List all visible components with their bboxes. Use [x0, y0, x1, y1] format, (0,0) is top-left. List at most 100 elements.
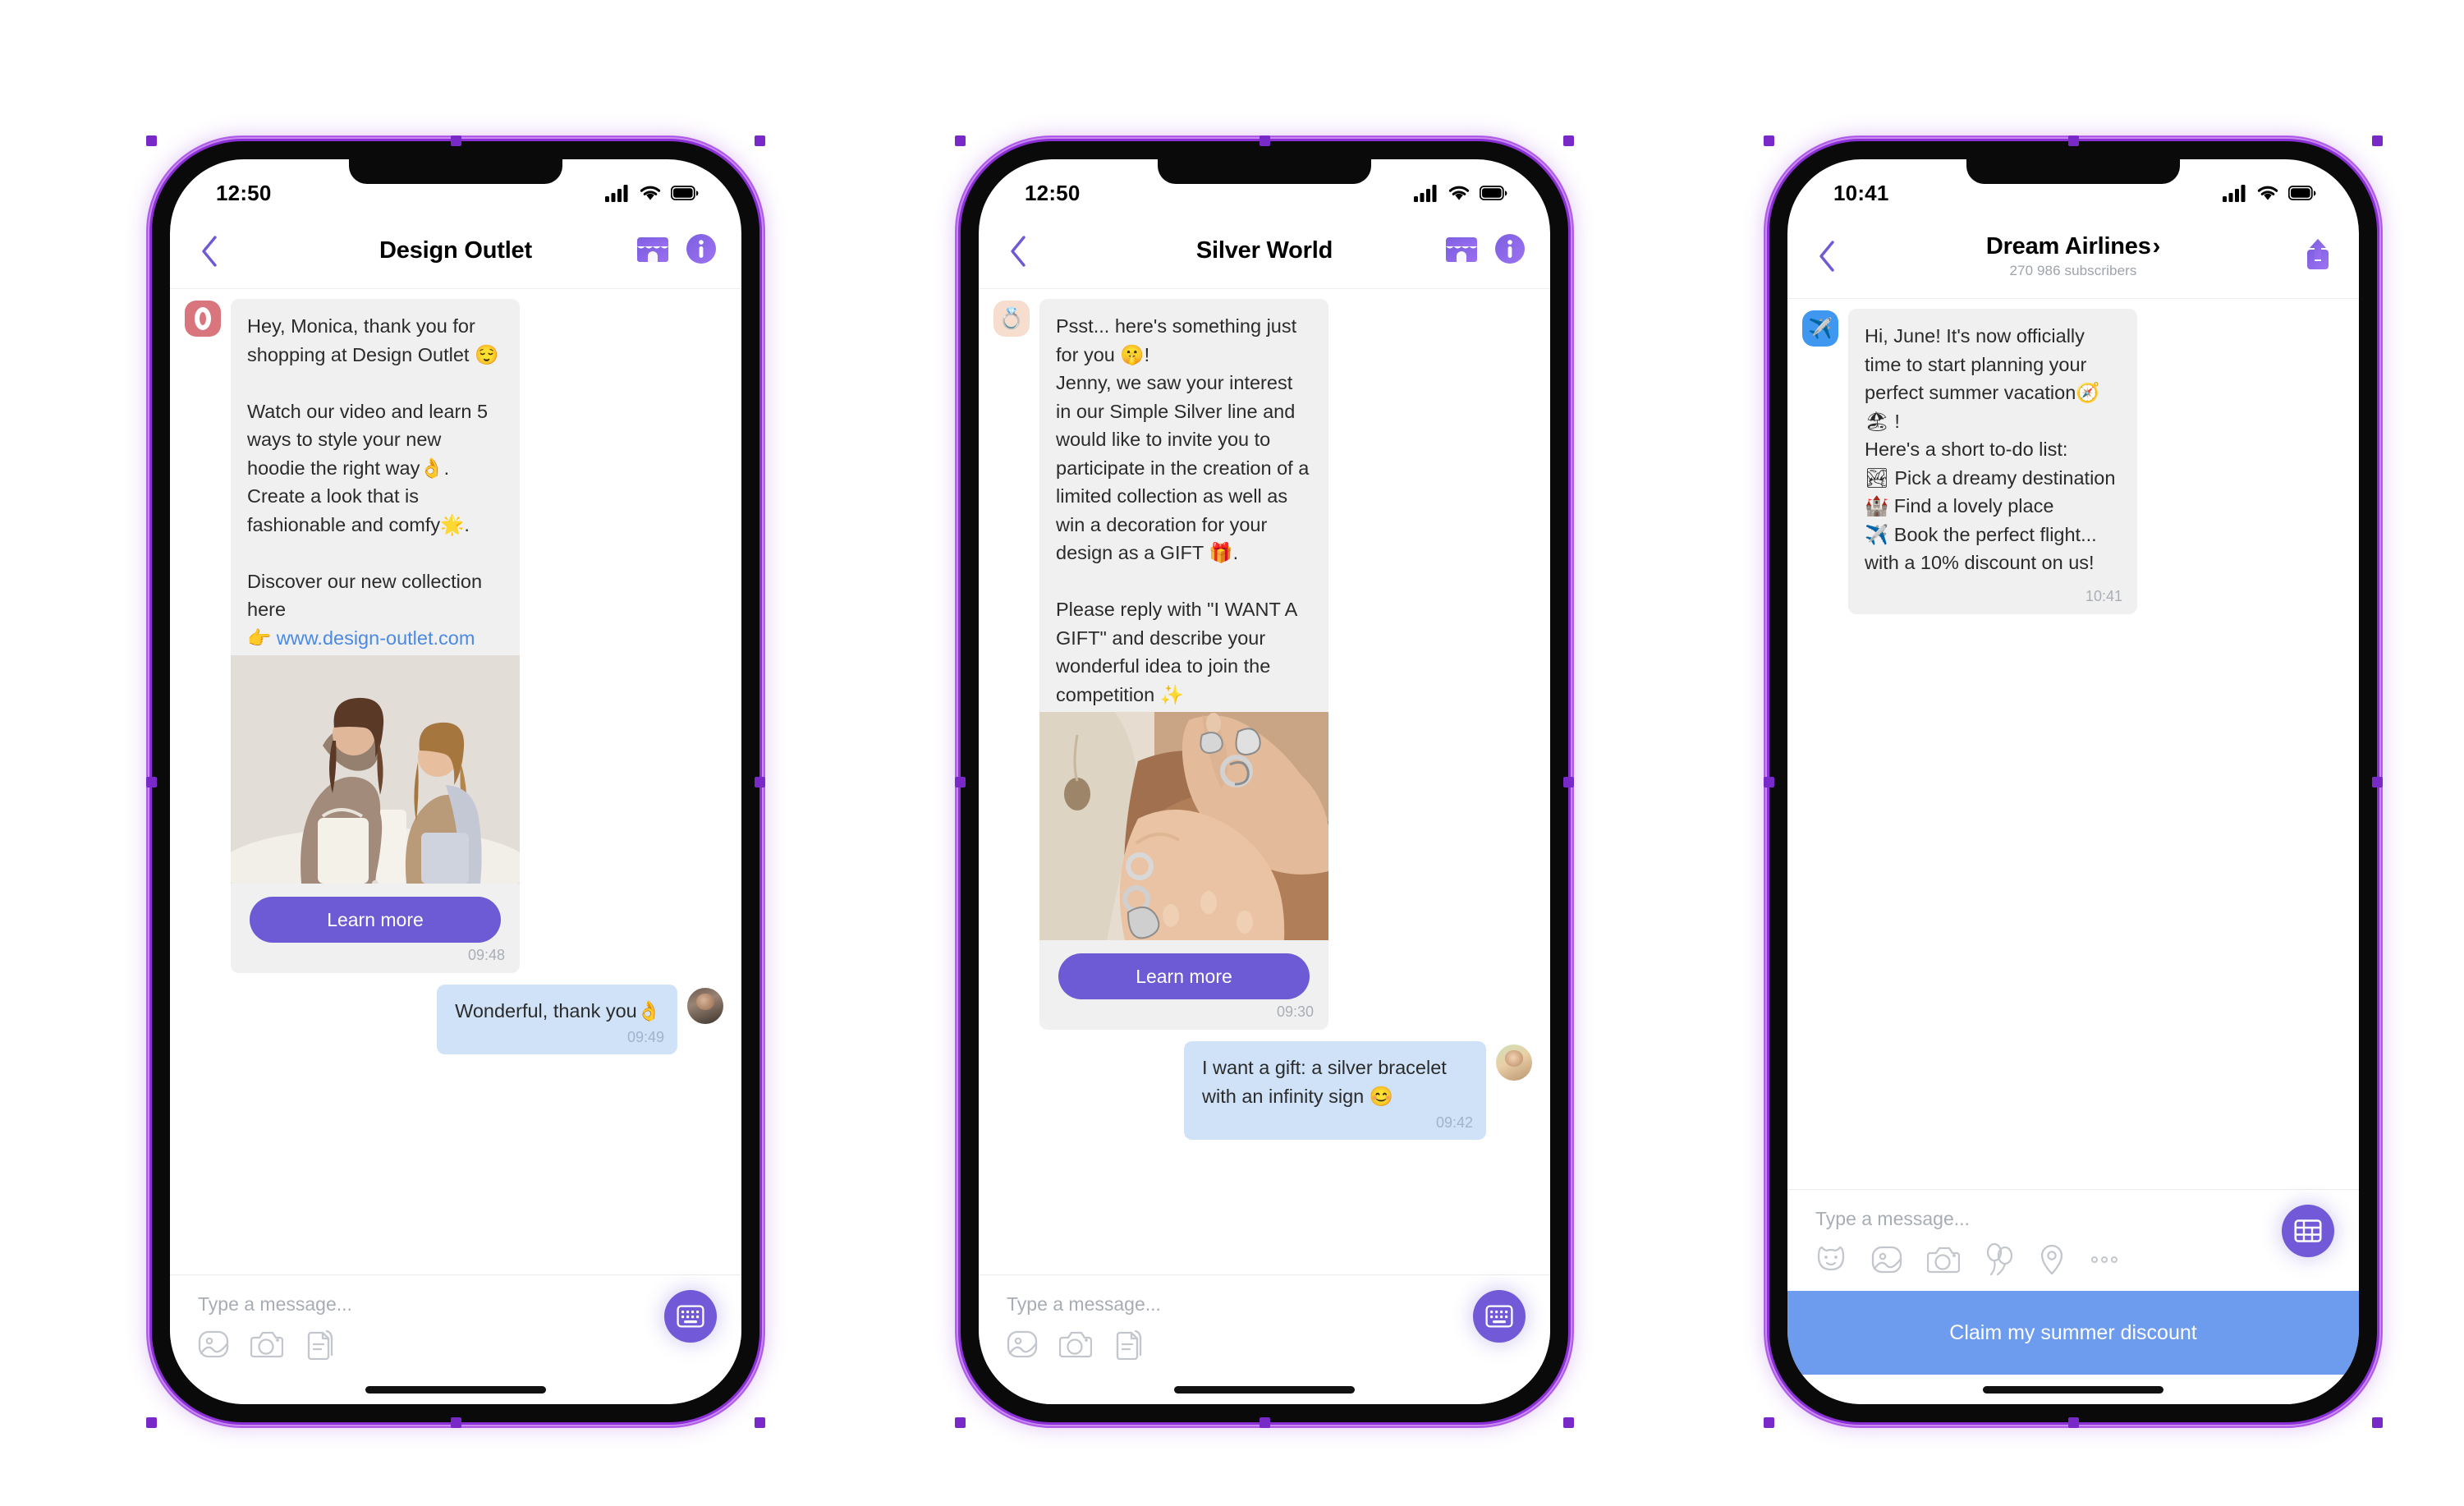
page-title: Silver World	[1195, 237, 1333, 264]
message-bubble: Hey, Monica, thank you for shopping at D…	[231, 299, 520, 974]
message-input[interactable]: Type a message...	[1815, 1208, 2333, 1230]
phone-screen: 10:41 Dream Airlines › 270 986 subscribe…	[1787, 159, 2359, 1404]
back-button[interactable]	[1809, 238, 1845, 274]
message-row-incoming: 💍 Psst... here's something just for you …	[979, 299, 1550, 1031]
claim-discount-button[interactable]: Claim my summer discount	[1787, 1291, 2359, 1375]
chat-messages: ✈️ Hi, June! It's now officially time to…	[1787, 299, 2359, 1189]
message-bubble: Psst... here's something just for you 🤫!…	[1039, 299, 1328, 1031]
gallery-icon[interactable]	[1871, 1244, 1902, 1275]
message-timestamp-outgoing: 09:42	[1435, 1113, 1473, 1131]
selection-handle-bottom-right[interactable]	[1563, 1417, 1574, 1428]
phone-notch	[1158, 159, 1371, 184]
phone-notch	[349, 159, 562, 184]
message-image-rings[interactable]	[1039, 712, 1328, 941]
selection-handle-bottom-left[interactable]	[955, 1417, 966, 1428]
phone-mockup-design-outlet: 12:50 Design Outlet Hey, Monica, thank y…	[146, 135, 765, 1428]
nav-title-block[interactable]: Dream Airlines › 270 986 subscribers	[1787, 233, 2359, 279]
selection-handle-middle-left[interactable]	[1764, 777, 1774, 787]
channel-name: Dream Airlines	[1985, 232, 2151, 259]
selection-handle-top-left[interactable]	[955, 135, 966, 146]
gallery-icon[interactable]	[1007, 1329, 1038, 1360]
message-bubble: Hi, June! It's now officially time to st…	[1848, 309, 2137, 614]
message-link[interactable]: www.design-outlet.com	[277, 627, 475, 649]
selection-handle-top-center[interactable]	[451, 135, 461, 146]
shop-button[interactable]	[636, 232, 669, 269]
message-text: Hey, Monica, thank you for shopping at D…	[247, 315, 499, 649]
keyboard-icon	[677, 1305, 704, 1328]
selection-handle-top-center[interactable]	[2068, 135, 2079, 146]
status-clock: 12:50	[216, 180, 272, 205]
selection-handle-middle-left[interactable]	[146, 777, 157, 787]
chat-messages: 💍 Psst... here's something just for you …	[979, 289, 1550, 1274]
wifi-icon	[1448, 186, 1470, 200]
home-indicator-bar[interactable]	[1983, 1385, 2163, 1394]
chevron-left-icon	[202, 235, 217, 267]
message-bubble-outgoing: Wonderful, thank you👌 09:49	[437, 985, 677, 1054]
composer-attachment-icons	[1815, 1243, 2333, 1291]
selection-handle-top-left[interactable]	[1764, 135, 1774, 146]
more-icon[interactable]	[2090, 1251, 2119, 1268]
selection-handle-bottom-right[interactable]	[2372, 1417, 2383, 1428]
hoodie-models-photo	[231, 655, 520, 884]
document-icon[interactable]	[305, 1329, 334, 1360]
location-icon[interactable]	[2039, 1243, 2065, 1276]
sticker-icon[interactable]	[1815, 1245, 1847, 1274]
message-timestamp: 09:48	[467, 947, 505, 964]
selection-handle-top-right[interactable]	[1563, 135, 1574, 146]
message-image-hoodies[interactable]	[231, 655, 520, 884]
selection-handle-top-left[interactable]	[146, 135, 157, 146]
avatar-user-jenny	[1496, 1045, 1532, 1081]
learn-more-button[interactable]: Learn more	[1058, 953, 1310, 1000]
message-composer: Type a message...	[979, 1274, 1550, 1375]
message-row-outgoing: Wonderful, thank you👌 09:49	[170, 985, 741, 1054]
selection-handle-bottom-center[interactable]	[451, 1417, 461, 1428]
message-row-incoming: ✈️ Hi, June! It's now officially time to…	[1787, 309, 2359, 614]
selection-handle-middle-right[interactable]	[2372, 777, 2383, 787]
screenshot-canvas: 12:50 Design Outlet Hey, Monica, thank y…	[0, 0, 2464, 1506]
message-input[interactable]: Type a message...	[198, 1293, 715, 1315]
home-indicator-bar[interactable]	[1174, 1385, 1355, 1394]
home-indicator-area	[979, 1375, 1550, 1404]
composer-attachment-icons	[1007, 1329, 1524, 1375]
keyboard-toggle-button[interactable]	[1473, 1290, 1526, 1343]
share-button[interactable]	[2301, 236, 2334, 275]
message-input[interactable]: Type a message...	[1007, 1293, 1524, 1315]
storefront-icon	[637, 237, 668, 262]
selection-handle-top-right[interactable]	[2372, 135, 2383, 146]
keyboard-toggle-button[interactable]	[2282, 1205, 2334, 1257]
selection-handle-middle-right[interactable]	[755, 777, 765, 787]
selection-handle-bottom-center[interactable]	[2068, 1417, 2079, 1428]
keyboard-icon	[1485, 1305, 1513, 1328]
page-title: Design Outlet	[379, 237, 532, 264]
camera-icon[interactable]	[1059, 1329, 1092, 1360]
selection-handle-middle-right[interactable]	[1563, 777, 1574, 787]
message-composer: Type a message...	[1787, 1189, 2359, 1291]
camera-icon[interactable]	[1927, 1244, 1960, 1275]
selection-handle-middle-left[interactable]	[955, 777, 966, 787]
battery-icon	[1480, 185, 1507, 200]
document-icon[interactable]	[1113, 1329, 1143, 1360]
selection-handle-bottom-center[interactable]	[1260, 1417, 1270, 1428]
selection-handle-bottom-left[interactable]	[146, 1417, 157, 1428]
message-composer: Type a message...	[170, 1274, 741, 1375]
battery-icon	[2288, 185, 2316, 200]
balloons-icon[interactable]	[1985, 1243, 2014, 1276]
back-button[interactable]	[1000, 233, 1036, 269]
home-indicator-bar[interactable]	[365, 1385, 546, 1394]
selection-handle-bottom-right[interactable]	[755, 1417, 765, 1428]
shop-button[interactable]	[1445, 232, 1478, 269]
message-text-outgoing: I want a gift: a silver bracelet with an…	[1202, 1057, 1452, 1107]
gallery-icon[interactable]	[198, 1329, 229, 1360]
selection-handle-bottom-left[interactable]	[1764, 1417, 1774, 1428]
keyboard-toggle-button[interactable]	[664, 1290, 717, 1343]
cellular-signal-icon	[2223, 185, 2246, 202]
info-button[interactable]	[1494, 233, 1526, 269]
selection-handle-top-right[interactable]	[755, 135, 765, 146]
phone-screen: 12:50	[979, 159, 1550, 1404]
hands-with-rings-photo	[1039, 712, 1328, 941]
learn-more-button[interactable]: Learn more	[250, 897, 501, 944]
selection-handle-top-center[interactable]	[1260, 135, 1270, 146]
camera-icon[interactable]	[250, 1329, 283, 1360]
info-button[interactable]	[686, 233, 717, 269]
back-button[interactable]	[191, 233, 227, 269]
